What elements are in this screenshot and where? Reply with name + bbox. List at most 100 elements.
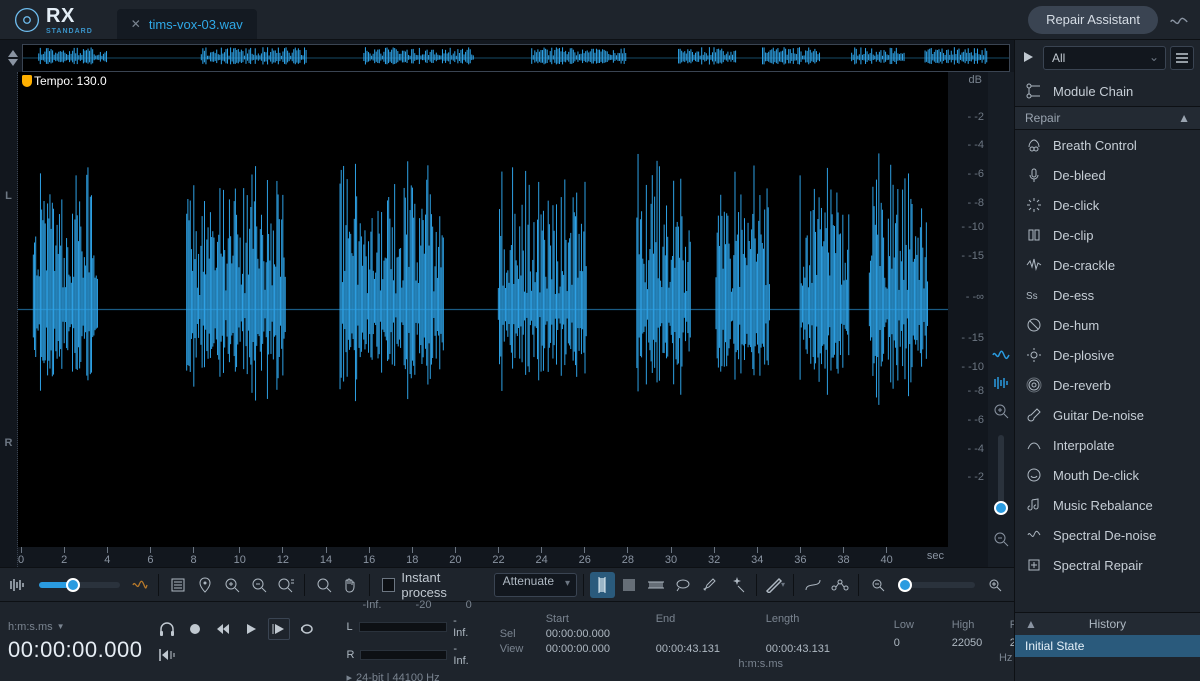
history-panel: ▲ History Initial State xyxy=(1015,612,1200,681)
zoom-out-icon[interactable] xyxy=(991,529,1011,549)
collapse-history-icon[interactable]: ▲ xyxy=(1025,617,1037,631)
module-breath-control[interactable]: Breath Control xyxy=(1015,130,1200,160)
waveform-display[interactable]: Tempo: 130.0 sec 02468101214161820222426… xyxy=(18,72,948,567)
module-de-click[interactable]: De-click xyxy=(1015,190,1200,220)
h-zoom-slider[interactable] xyxy=(39,582,120,588)
transport-controls xyxy=(156,618,318,640)
mouth-icon xyxy=(1025,466,1043,484)
freq-select-icon[interactable] xyxy=(644,572,669,598)
zoom-out-tool-icon[interactable] xyxy=(246,572,271,598)
module-de-bleed[interactable]: De-bleed xyxy=(1015,160,1200,190)
nodes-icon[interactable] xyxy=(827,572,852,598)
interp-icon xyxy=(1025,436,1043,454)
tempo-marker[interactable]: Tempo: 130.0 xyxy=(22,74,107,88)
plosive-icon xyxy=(1025,346,1043,364)
spectro-mode-icon[interactable] xyxy=(128,572,153,598)
return-to-start-icon[interactable] xyxy=(156,644,178,666)
ess-icon: Ss xyxy=(1025,286,1043,304)
guitar-icon xyxy=(1025,406,1043,424)
wave-mode-icon[interactable] xyxy=(6,572,31,598)
tf-select-icon[interactable] xyxy=(617,572,642,598)
hum-icon xyxy=(1025,316,1043,334)
module-mouth-de-click[interactable]: Mouth De-click xyxy=(1015,460,1200,490)
module-de-clip[interactable]: De-clip xyxy=(1015,220,1200,250)
overview-scroll-arrows[interactable] xyxy=(4,44,22,72)
app-logo: RX STANDARD xyxy=(0,5,107,35)
click-icon xyxy=(1025,196,1043,214)
zoom-in-icon[interactable] xyxy=(991,401,1011,421)
history-item-initial[interactable]: Initial State xyxy=(1015,635,1200,657)
vertical-zoom-slider[interactable] xyxy=(998,435,1004,515)
history-header[interactable]: ▲ History xyxy=(1015,613,1200,635)
module-spectral-de-noise[interactable]: Spectral De-noise xyxy=(1015,520,1200,550)
module-de-plosive[interactable]: De-plosive xyxy=(1015,340,1200,370)
reverb-icon xyxy=(1025,376,1043,394)
record-button[interactable] xyxy=(184,618,206,640)
module-chain-row[interactable]: Module Chain xyxy=(1015,76,1200,106)
time-select-icon[interactable] xyxy=(590,572,615,598)
lasso-icon[interactable] xyxy=(671,572,696,598)
module-de-reverb[interactable]: De-reverb xyxy=(1015,370,1200,400)
bars-view-icon[interactable] xyxy=(991,373,1011,393)
format-label: 24-bit | 44100 Hz xyxy=(356,672,440,681)
module-guitar-de-noise[interactable]: Guitar De-noise xyxy=(1015,400,1200,430)
tempo-label: Tempo: 130.0 xyxy=(34,74,107,88)
meter-l xyxy=(359,622,447,632)
channel-l-label: L xyxy=(0,72,18,320)
selection-readout: StartEndLength Sel00:00:00.000 View00:00… xyxy=(500,613,866,670)
spectral-edit-icon[interactable] xyxy=(1166,7,1192,33)
repair-assistant-button[interactable]: Repair Assistant xyxy=(1028,6,1158,34)
brush-size-slider[interactable] xyxy=(898,582,975,588)
list-icon[interactable] xyxy=(165,572,190,598)
instant-process-checkbox[interactable]: Instant process xyxy=(382,570,486,600)
headphones-icon[interactable] xyxy=(156,618,178,640)
meter-r-label: R xyxy=(346,649,354,661)
hand-tool-icon[interactable] xyxy=(338,572,363,598)
file-tab[interactable]: ✕ tims-vox-03.wav xyxy=(117,9,257,39)
play-button[interactable] xyxy=(240,618,262,640)
toolbar: Instant process Attenuate ▾ xyxy=(0,567,1014,601)
loop-button[interactable] xyxy=(296,618,318,640)
zoom-in-small-icon[interactable] xyxy=(983,572,1008,598)
music-icon xyxy=(1025,496,1043,514)
time-format-selector[interactable]: h:m:s.ms ▼ xyxy=(8,621,142,633)
breath-icon xyxy=(1025,136,1043,154)
overview-waveform[interactable] xyxy=(22,44,1010,72)
marker-icon[interactable] xyxy=(192,572,217,598)
zoom-tool-icon[interactable] xyxy=(311,572,336,598)
attenuate-select[interactable]: Attenuate xyxy=(494,573,577,597)
module-filter-select[interactable]: All xyxy=(1043,46,1166,70)
spectral-icon xyxy=(1025,526,1043,544)
app-name: RX xyxy=(46,5,93,28)
module-spectral-repair[interactable]: Spectral Repair xyxy=(1015,550,1200,580)
timecode-display[interactable]: 00:00:00.000 xyxy=(8,637,142,663)
pen-tool-icon[interactable]: ▾ xyxy=(763,572,788,598)
module-de-hum[interactable]: De-hum xyxy=(1015,310,1200,340)
close-tab-icon[interactable]: ✕ xyxy=(131,17,141,31)
db-scale: dB - -2- -4- -6- -8- -10- -15- -∞- -15- … xyxy=(948,72,988,567)
brush-icon[interactable] xyxy=(698,572,723,598)
zoom-sel-icon[interactable] xyxy=(273,572,298,598)
time-ruler[interactable]: sec 024681012141618202224262830323436384… xyxy=(18,547,948,567)
repair-section-header[interactable]: Repair▲ xyxy=(1015,106,1200,130)
clip-icon xyxy=(1025,226,1043,244)
apply-chain-icon[interactable] xyxy=(1021,50,1039,67)
module-de-ess[interactable]: SsDe-ess xyxy=(1015,280,1200,310)
status-bar: h:m:s.ms ▼ 00:00:00.000 xyxy=(0,601,1014,681)
zoom-in-tool-icon[interactable] xyxy=(219,572,244,598)
zoom-out-small-icon[interactable] xyxy=(865,572,890,598)
module-interpolate[interactable]: Interpolate xyxy=(1015,430,1200,460)
wave-view-icon[interactable] xyxy=(991,345,1011,365)
wand-icon[interactable] xyxy=(725,572,750,598)
panel-menu-icon[interactable] xyxy=(1170,46,1194,70)
channel-labels: L R xyxy=(0,72,18,567)
play-selection-button[interactable] xyxy=(268,618,290,640)
svg-text:Ss: Ss xyxy=(1026,291,1038,302)
title-bar: RX STANDARD ✕ tims-vox-03.wav Repair Ass… xyxy=(0,0,1200,40)
module-de-crackle[interactable]: De-crackle xyxy=(1015,250,1200,280)
rewind-button[interactable] xyxy=(212,618,234,640)
curve-icon[interactable] xyxy=(800,572,825,598)
module-music-rebalance[interactable]: Music Rebalance xyxy=(1015,490,1200,520)
repair-icon xyxy=(1025,556,1043,574)
file-tab-name: tims-vox-03.wav xyxy=(149,17,243,32)
